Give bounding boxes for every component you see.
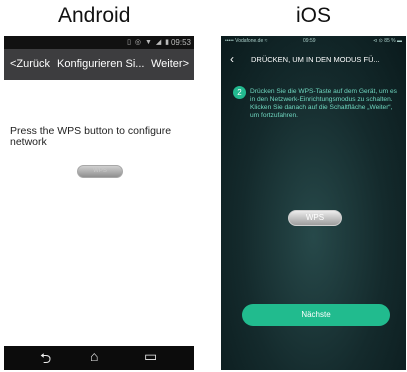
page-title: DRÜCKEN, UM IN DEN MODUS FÜ... (251, 55, 380, 64)
status-time: 09:53 (170, 38, 191, 47)
next-button[interactable]: Weiter> (151, 58, 189, 70)
status-icons: ▯ ◎ ▼ ◢ ▮ (127, 39, 170, 46)
step-badge: 2 (233, 86, 246, 99)
page-title: Konfigurieren Si... (57, 58, 145, 70)
wps-button[interactable]: WPS (77, 165, 123, 178)
ios-status-bar: ••••• Vodafone.de ≈ 09:59 ⊲ ⊙ 85 % ▬ (221, 36, 406, 46)
ios-screen: ••••• Vodafone.de ≈ 09:59 ⊲ ⊙ 85 % ▬ ‹ D… (221, 36, 406, 370)
recents-icon[interactable]: ▭ (144, 348, 157, 365)
status-time: 09:59 (303, 38, 316, 44)
android-nav-bar: ⮌ ⌂ ▭ (4, 346, 194, 370)
back-button[interactable]: <Zurück (10, 58, 50, 70)
android-action-bar: <Zurück Konfigurieren Si... Weiter> (4, 49, 194, 80)
instruction-text: Press the WPS button to configure networ… (10, 125, 172, 148)
battery-indicator: ⊲ ⊙ 85 % ▬ (373, 38, 402, 44)
ios-header: ‹ DRÜCKEN, UM IN DEN MODUS FÜ... (221, 46, 406, 72)
next-button[interactable]: Nächste (242, 304, 390, 326)
wps-button[interactable]: WPS (288, 210, 342, 226)
android-status-bar: ▯ ◎ ▼ ◢ ▮ 09:53 (4, 36, 194, 49)
back-chevron-icon[interactable]: ‹ (230, 52, 234, 66)
back-icon[interactable]: ⮌ (40, 348, 51, 372)
home-icon[interactable]: ⌂ (90, 348, 98, 364)
android-screen: ▯ ◎ ▼ ◢ ▮ 09:53 <Zurück Konfigurieren Si… (4, 36, 194, 370)
ios-heading: iOS (296, 4, 332, 27)
android-heading: Android (58, 4, 131, 27)
instruction-text: Drücken Sie die WPS-Taste auf dem Gerät,… (250, 88, 397, 119)
carrier-label: ••••• Vodafone.de ≈ (225, 38, 268, 44)
